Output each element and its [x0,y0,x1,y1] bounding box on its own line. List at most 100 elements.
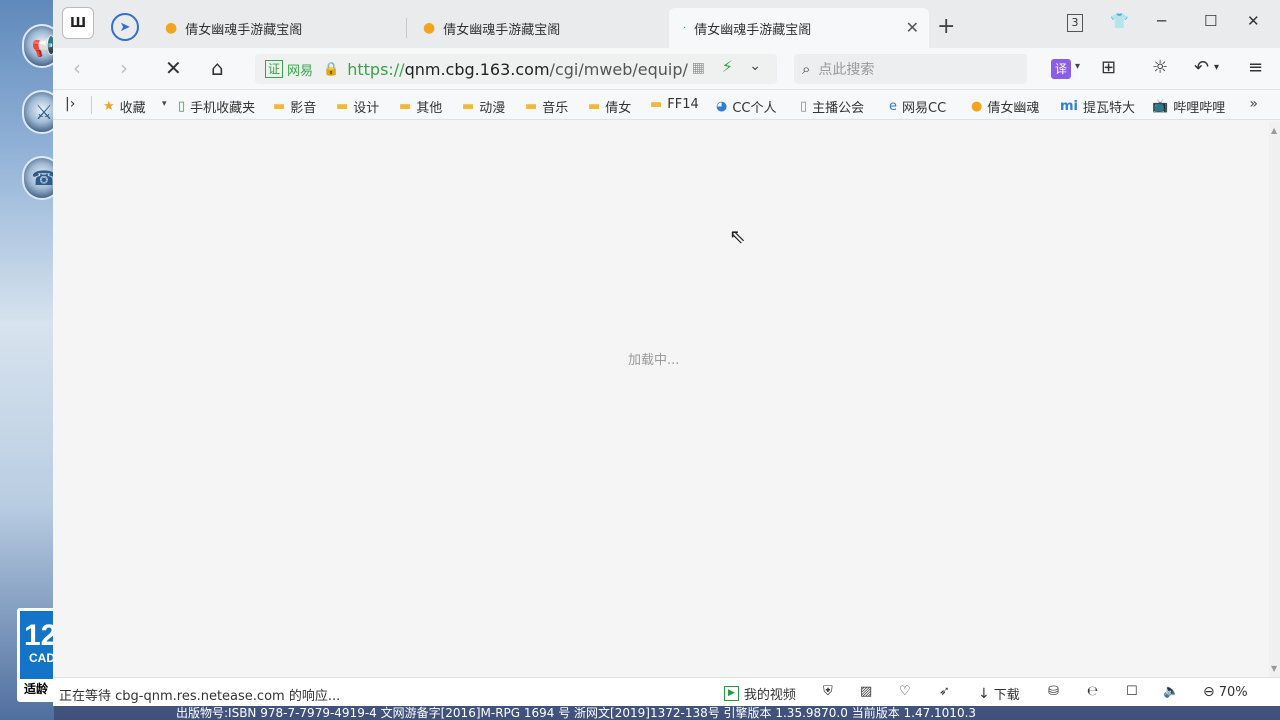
bilibili-icon: 📺 [1152,99,1169,114]
bookmark-qiannv-youhun[interactable]: ● 倩女幽魂 [971,97,1039,116]
speaker-icon[interactable]: 🔈 [1163,684,1179,699]
folder-icon: ▬ [399,99,412,114]
bookmark-bilibili[interactable]: 📺 哔哩哔哩 [1152,97,1225,116]
yellow-chick-icon: ● [165,20,178,36]
phone-icon: ▯ [178,99,186,114]
folder-icon: ▬ [650,97,663,112]
new-tab-icon[interactable]: + [937,14,955,39]
tab-label: 倩女幽魂手游藏宝阁 [185,22,303,38]
folder-icon: ▬ [462,99,475,114]
zoom-control[interactable]: ⊖ 70% [1203,684,1248,700]
menu-icon[interactable]: ≡ [1248,57,1263,78]
url-scheme: https:// [347,59,405,79]
close-tab-icon[interactable]: ✕ [906,18,919,37]
back-icon[interactable]: ‹ [73,57,81,79]
yellow-chick-icon: ● [971,99,983,114]
heartbeat-icon[interactable]: ♡ [899,684,911,699]
tab-1[interactable]: ● 倩女幽魂手游藏宝阁 [151,8,407,48]
bookmark-folder-media[interactable]: ▬ 影音 [273,97,316,116]
address-bar[interactable]: 证 网易 🔒 https:// qnm.cbg.163.com /cgi/mwe… [255,54,777,84]
star-icon: ★ [103,99,115,114]
loading-text: 加载中... [628,353,680,368]
bookmark-teyvat[interactable]: mi 提瓦特大 [1060,97,1135,116]
game-license-footer: 出版物号:ISBN 978-7-7979-4919-4 文网游备字[2016]M… [54,706,1280,720]
folder-icon: ▬ [273,99,286,114]
browser-window: Ш ➤ ● 倩女幽魂手游藏宝阁 ● 倩女幽魂手游藏宝阁 · 倩女幽魂手游藏宝阁 … [53,0,1280,706]
cloud-icon[interactable]: ⛁ [1048,684,1059,699]
bookmarks-bar: |› ★ 收藏 ▾ ▯ 手机收藏夹 ▬ 影音 ▬ 设计 ▬ 其他 ▬ 动漫 ▬ … [53,90,1280,120]
bookmark-folder-anime[interactable]: ▬ 动漫 [462,97,505,116]
window-icon[interactable]: ☐ [1126,684,1138,699]
translate-icon[interactable]: 译 [1051,59,1071,79]
tab-3[interactable]: · 倩女幽魂手游藏宝阁 ✕ [669,8,929,48]
folder-icon: ▬ [525,99,538,114]
scroll-up-icon[interactable]: ▲ [1271,126,1277,135]
rocket-icon[interactable]: ➶ [939,684,950,699]
toolbar: ‹ › ✕ ⌂ 证 网易 🔒 https:// qnm.cbg.163.com … [53,48,1280,90]
more-bookmarks-icon[interactable]: » [1249,96,1258,112]
apps-grid-icon[interactable]: ⊞ [1101,57,1116,78]
loading-icon: · [683,22,687,34]
bookmark-folder-other[interactable]: ▬ 其他 [399,97,442,116]
bookmark-cc-personal[interactable]: ◕ CC个人 [716,97,777,116]
tab-label: 倩女幽魂手游藏宝阁 [694,22,812,38]
caret-down-icon[interactable]: ▾ [1075,61,1080,72]
skin-icon[interactable]: 👕 [1110,12,1129,30]
caret-down-icon[interactable]: ▾ [1214,62,1219,73]
brightness-icon[interactable]: ☼ [1152,57,1168,78]
status-bar: 正在等待 cbg-qnm.res.netease.com 的响应... ▶ 我的… [53,677,1280,706]
tab-2[interactable]: ● 倩女幽魂手游藏宝阁 [409,8,667,48]
cc-icon: ◕ [716,99,728,114]
speed-mode-icon[interactable]: ⚡ [722,57,733,76]
title-bar: Ш ➤ ● 倩女幽魂手游藏宝阁 ● 倩女幽魂手游藏宝阁 · 倩女幽魂手游藏宝阁 … [53,0,1280,48]
bookmark-folder-ff14[interactable]: ▬ FF14 [650,97,699,112]
maximize-icon[interactable]: ☐ [1204,12,1217,30]
forward-icon[interactable]: › [120,57,128,79]
search-box[interactable]: ⌕ 点此搜索 [794,54,1027,84]
download-button[interactable]: ↓ 下载 [978,684,1020,704]
navigate-icon[interactable]: ➤ [111,13,139,41]
undo-icon[interactable]: ↶ [1194,57,1209,78]
status-text: 正在等待 cbg-qnm.res.netease.com 的响应... [59,689,341,704]
page-icon: ▯ [800,99,808,114]
bookmark-favorites[interactable]: ★ 收藏 [103,97,146,116]
image-icon[interactable]: ▨ [860,684,872,699]
home-icon[interactable]: ⌂ [211,57,224,79]
scroll-down-icon[interactable]: ▼ [1271,664,1277,673]
certificate-icon: 证 [265,60,284,78]
caret-down-icon[interactable]: ▾ [162,99,167,109]
chevron-down-icon[interactable]: ⌄ [749,58,761,74]
sidebar-toggle-icon[interactable]: |› [65,96,75,112]
stop-icon[interactable]: ✕ [165,57,182,79]
close-window-icon[interactable]: ✕ [1247,12,1260,30]
bookmark-mobile[interactable]: ▯ 手机收藏夹 [178,97,255,116]
minimize-icon[interactable]: ─ [1157,12,1166,30]
bookmark-folder-qiannv[interactable]: ▬ 倩女 [588,97,631,116]
download-icon: ↓ [978,685,990,702]
page-content: 加载中... ⇖ [53,122,1269,677]
shield-icon[interactable]: ⛨ [823,684,833,699]
vertical-scrollbar[interactable]: ▲ ▼ [1269,122,1280,677]
ie-mode-icon[interactable]: ℮ [1087,684,1098,699]
zoom-icon: ⊖ [1203,684,1215,700]
tab-count-icon[interactable]: 3 [1067,14,1083,32]
age-rating-label: 适龄 [20,679,54,699]
bookmark-folder-music[interactable]: ▬ 音乐 [525,97,568,116]
search-icon: ⌕ [802,60,811,78]
certificate-name: 网易 [287,63,314,79]
bookmark-folder-design[interactable]: ▬ 设计 [336,97,379,116]
browser-logo-icon[interactable]: Ш [62,7,94,39]
folder-icon: ▬ [336,99,349,114]
yellow-chick-icon: ● [423,20,436,36]
url-host: qnm.cbg.163.com [404,59,550,79]
mi-icon: mi [1060,99,1079,114]
qr-code-icon[interactable]: ▦ [692,60,705,76]
age-rating-cad: CAD [29,651,55,665]
search-placeholder: 点此搜索 [818,62,875,78]
bookmark-guild[interactable]: ▯ 主播公会 [800,97,864,116]
my-video-button[interactable]: ▶ 我的视频 [724,684,796,703]
tab-label: 倩女幽魂手游藏宝阁 [443,22,561,38]
ie-icon: e [889,99,897,114]
certificate-badge[interactable]: 证 网易 [265,60,313,79]
bookmark-netease-cc[interactable]: e 网易CC [889,97,946,116]
